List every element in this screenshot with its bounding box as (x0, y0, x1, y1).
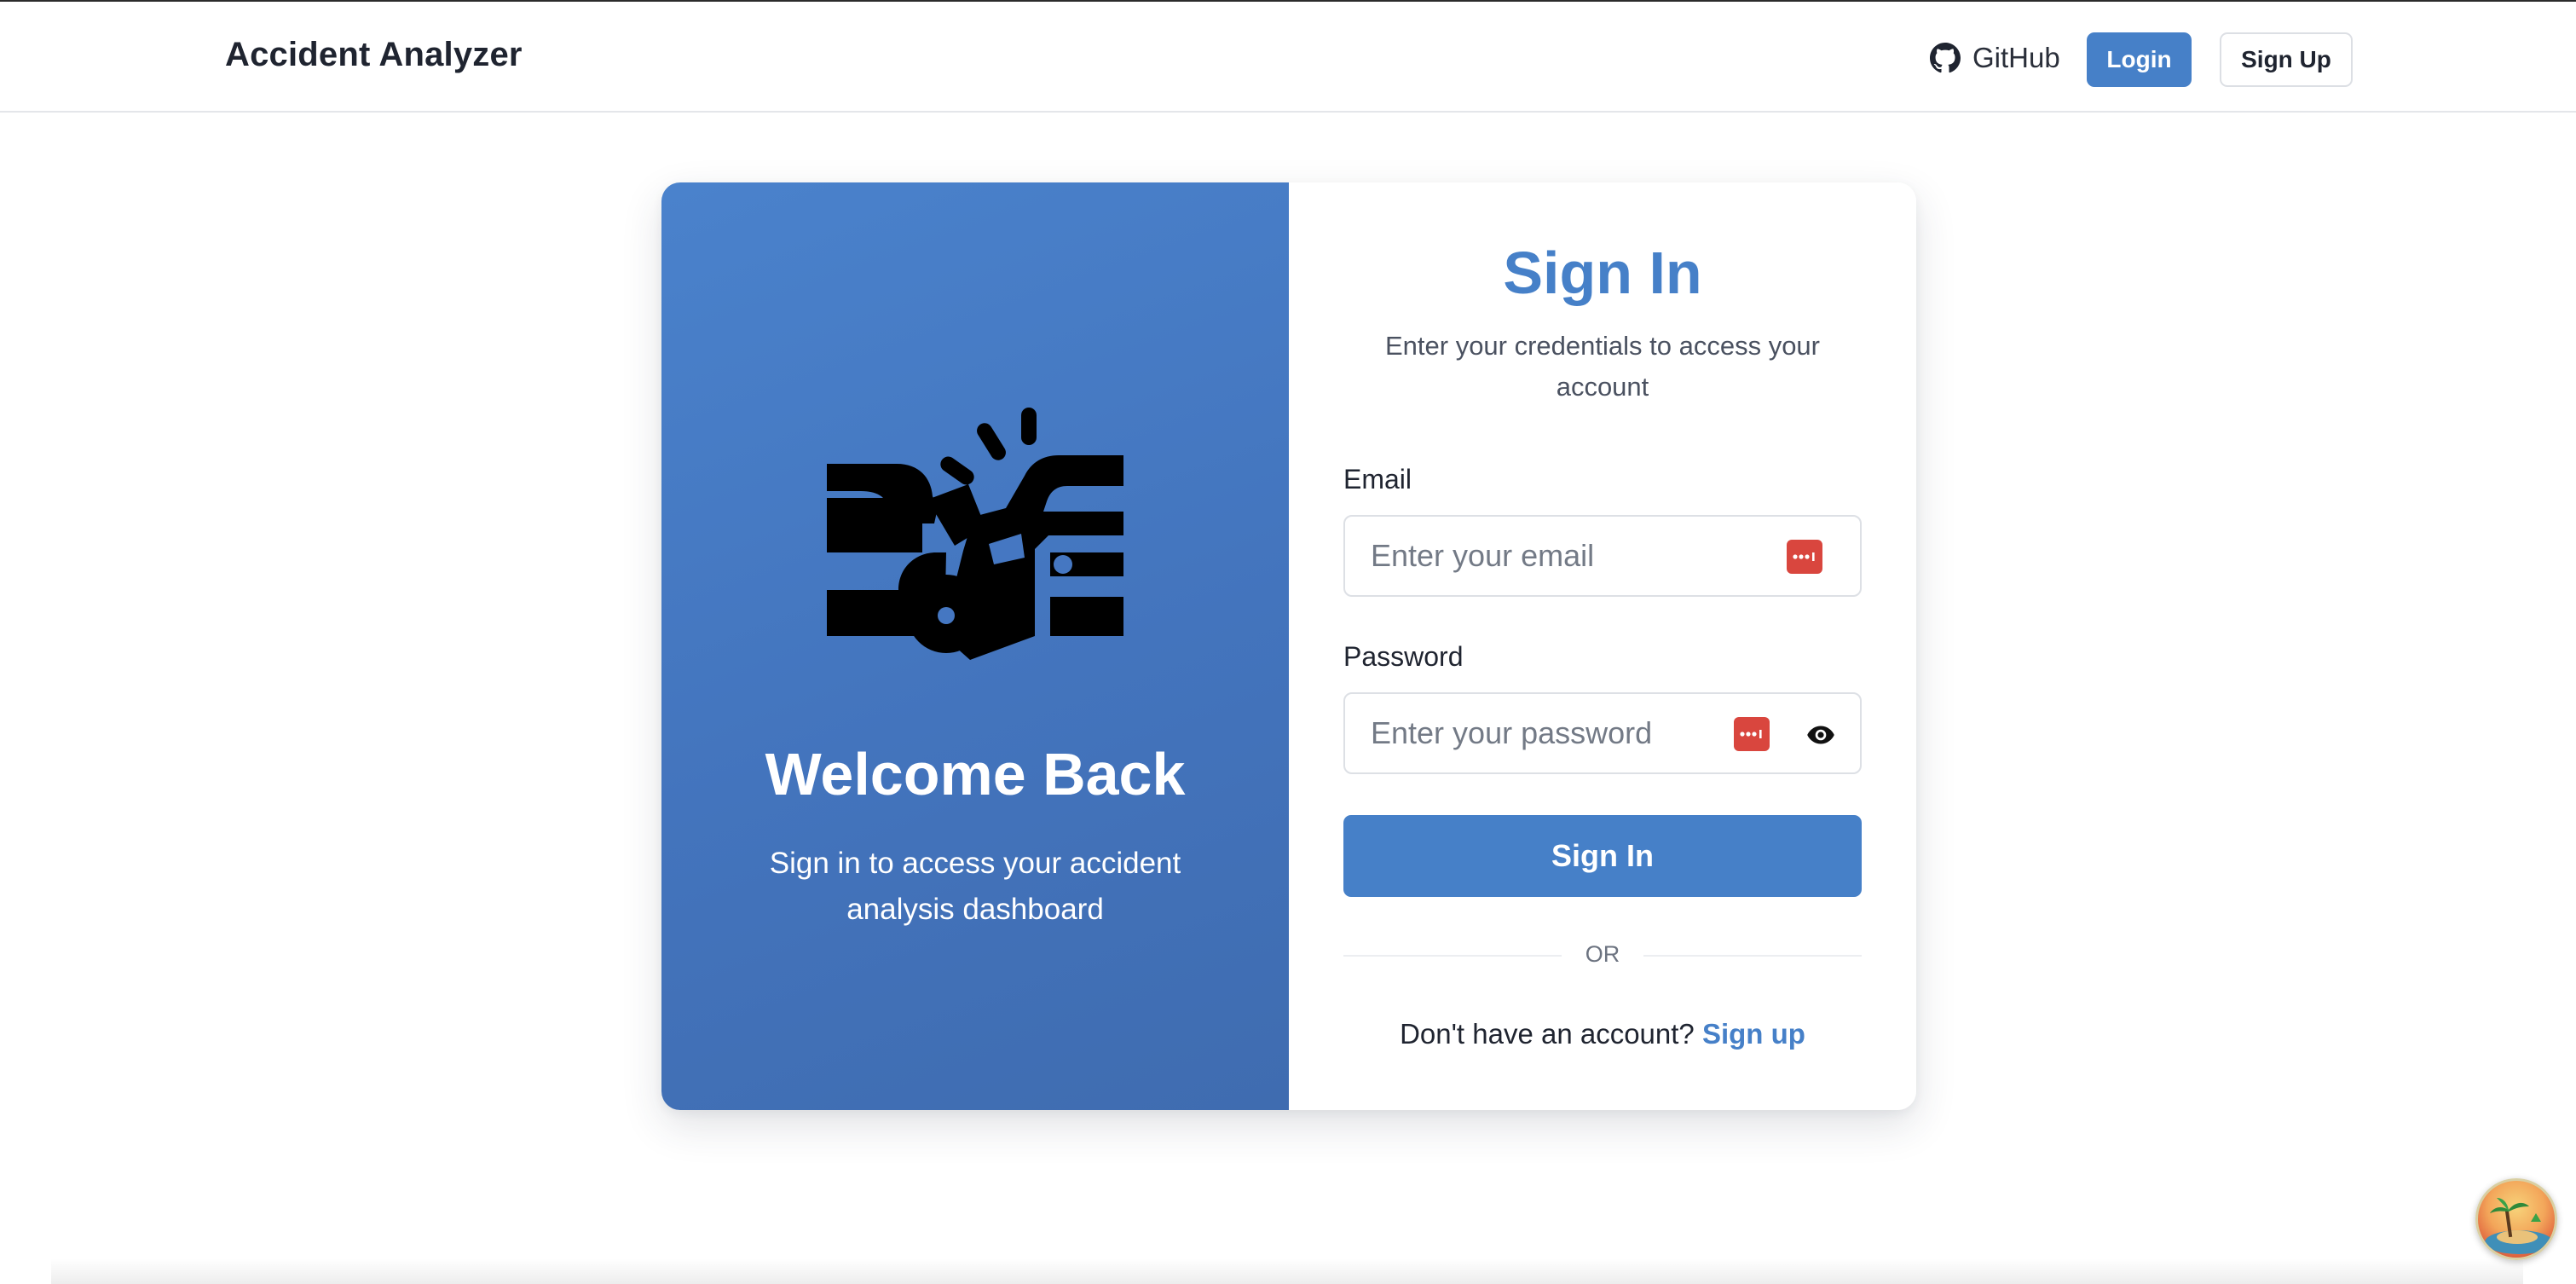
github-label: GitHub (1972, 42, 2060, 73)
signin-submit-button[interactable]: Sign In (1343, 815, 1862, 897)
browser-viewport: Accident Analyzer GitHub Login Sign Up W… (0, 0, 2576, 1284)
password-manager-icon[interactable] (1734, 717, 1770, 751)
password-field-wrapper (1343, 692, 1862, 774)
email-input[interactable] (1371, 517, 1746, 595)
signin-form: Sign In Enter your credentials to access… (1289, 182, 1916, 1110)
welcome-subtitle: Sign in to access your accident analysis… (769, 847, 1181, 926)
welcome-panel: Welcome Back Sign in to access your acci… (661, 182, 1289, 1110)
signup-button[interactable]: Sign Up (2220, 32, 2353, 87)
email-field-wrapper (1343, 515, 1862, 597)
bottom-shadow (51, 1258, 2523, 1284)
github-link[interactable]: GitHub (1930, 36, 2060, 80)
auth-card: Welcome Back Sign in to access your acci… (661, 182, 1916, 1110)
password-manager-icon[interactable] (1787, 540, 1822, 574)
signup-link[interactable]: Sign up (1702, 1018, 1805, 1050)
signin-title: Sign In (1503, 240, 1702, 306)
login-button[interactable]: Login (2087, 32, 2192, 87)
signup-prompt: Don't have an account? Sign up (1289, 1018, 1916, 1050)
email-label: Email (1343, 464, 1412, 495)
extension-badge-icon[interactable] (2475, 1178, 2557, 1260)
navbar: Accident Analyzer GitHub Login Sign Up (0, 3, 2576, 113)
password-input[interactable] (1371, 694, 1746, 772)
signin-subtitle: Enter your credentials to access your ac… (1384, 331, 1821, 402)
car-crash-icon (827, 408, 1123, 660)
no-account-text: Don't have an account? (1400, 1018, 1695, 1050)
divider-or: OR (1585, 941, 1620, 967)
eye-icon[interactable] (1805, 720, 1836, 750)
app-brand[interactable]: Accident Analyzer (225, 36, 523, 74)
divider-line-right (1643, 955, 1862, 957)
github-icon (1930, 43, 1961, 73)
password-label: Password (1343, 641, 1464, 672)
divider-line-left (1343, 955, 1562, 957)
welcome-title: Welcome Back (765, 741, 1186, 807)
